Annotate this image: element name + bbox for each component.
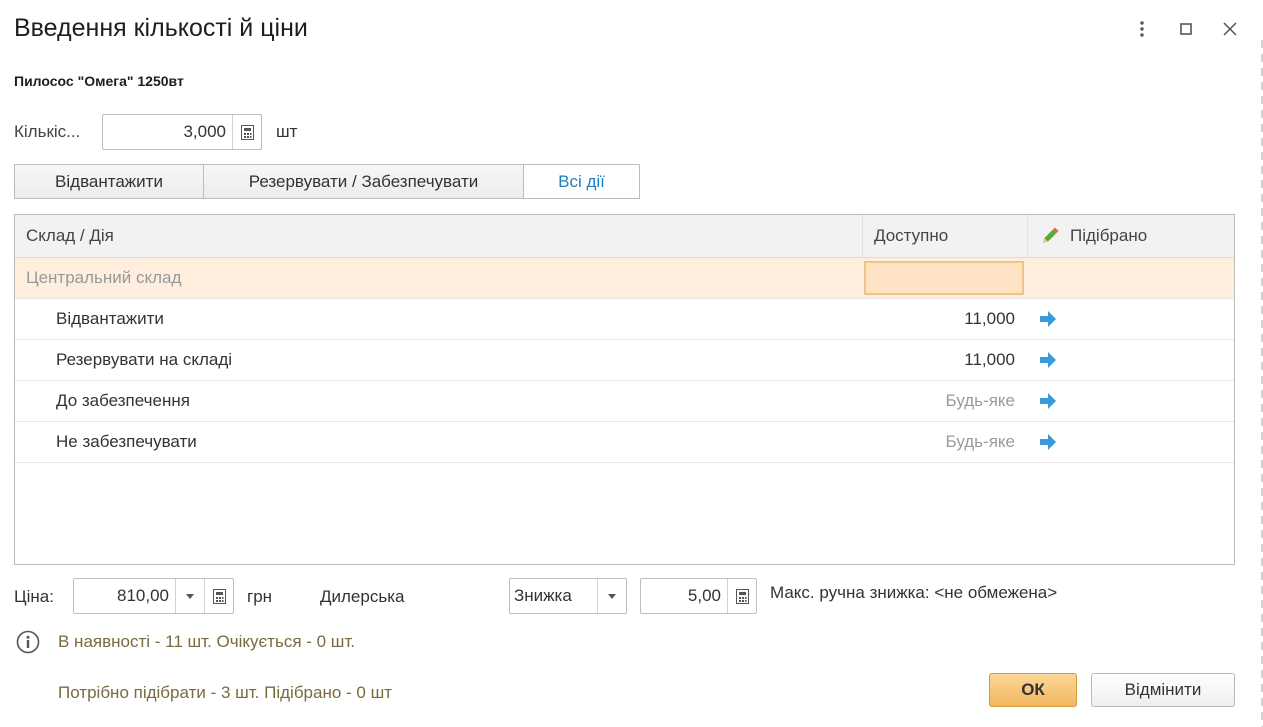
table-row-group[interactable]: Центральний склад <box>15 258 1234 299</box>
quantity-unit: шт <box>276 122 298 141</box>
calculator-icon[interactable] <box>204 579 233 613</box>
row-available: Будь-яке <box>945 432 1015 451</box>
row-available: 11,000 <box>964 309 1015 328</box>
header-picked[interactable]: Підібрано <box>1027 215 1234 257</box>
max-discount-text: Макс. ручна знижка: <не обмежена> <box>770 583 1058 602</box>
price-value[interactable]: 810,00 <box>74 586 175 606</box>
calculator-icon[interactable] <box>232 115 261 149</box>
dialog-window: Введення кількості й ціни Пилосос "Омега… <box>0 0 1263 727</box>
discount-value[interactable]: 5,00 <box>641 586 727 606</box>
discount-type-select[interactable]: Знижка <box>509 578 627 614</box>
group-available-cell <box>862 258 1027 298</box>
row-picked-cell <box>1027 340 1234 380</box>
dialog-title: Введення кількості й ціни <box>14 14 308 42</box>
table-row[interactable]: Не забезпечувати Будь-яке <box>15 422 1234 463</box>
availability-text: В наявності - 11 шт. Очікується - 0 шт. <box>58 632 356 651</box>
tab-ship[interactable]: Відвантажити <box>14 164 203 199</box>
more-icon[interactable] <box>1131 18 1153 40</box>
row-action: Не забезпечувати <box>56 432 197 451</box>
row-available: 11,000 <box>964 350 1015 369</box>
group-name: Центральний склад <box>26 268 182 287</box>
row-action: До забезпечення <box>56 391 190 410</box>
arrow-right-icon[interactable] <box>1039 310 1057 328</box>
window-controls <box>1131 18 1241 40</box>
price-type: Дилерська <box>320 587 405 606</box>
calculator-icon[interactable] <box>727 579 756 613</box>
arrow-right-icon[interactable] <box>1039 392 1057 410</box>
row-action: Резервувати на складі <box>56 350 233 369</box>
price-label: Ціна: <box>14 587 54 606</box>
arrow-right-icon[interactable] <box>1039 351 1057 369</box>
pencil-icon <box>1043 227 1059 243</box>
stock-table: Склад / Дія Доступно Підібрано Центральн… <box>14 214 1235 565</box>
focused-cell[interactable] <box>864 261 1024 295</box>
row-action: Відвантажити <box>56 309 164 328</box>
table-row[interactable]: Відвантажити 11,000 <box>15 299 1234 340</box>
picking-text: Потрібно підібрати - 3 шт. Підібрано - 0… <box>58 683 393 702</box>
info-icon <box>16 630 40 659</box>
arrow-right-icon[interactable] <box>1039 433 1057 451</box>
header-available[interactable]: Доступно <box>862 215 1027 257</box>
price-input[interactable]: 810,00 <box>73 578 234 614</box>
maximize-icon[interactable] <box>1175 18 1197 40</box>
discount-type-value[interactable]: Знижка <box>510 586 597 606</box>
action-tabs: Відвантажити Резервувати / Забезпечувати… <box>14 164 640 199</box>
table-header: Склад / Дія Доступно Підібрано <box>15 215 1234 258</box>
dropdown-icon[interactable] <box>175 579 204 613</box>
discount-input[interactable]: 5,00 <box>640 578 757 614</box>
group-picked-cell <box>1027 258 1234 298</box>
row-picked-cell <box>1027 422 1234 462</box>
table-row[interactable]: До забезпечення Будь-яке <box>15 381 1234 422</box>
quantity-value[interactable]: 3,000 <box>103 122 232 142</box>
row-available: Будь-яке <box>945 391 1015 410</box>
table-row[interactable]: Резервувати на складі 11,000 <box>15 340 1234 381</box>
ok-button[interactable]: ОК <box>989 673 1077 707</box>
quantity-label: Кількіс... <box>14 122 81 141</box>
tab-all-actions[interactable]: Всі дії <box>523 164 640 199</box>
header-warehouse[interactable]: Склад / Дія <box>15 215 862 257</box>
product-name: Пилосос "Омега" 1250вт <box>14 73 184 89</box>
cancel-button[interactable]: Відмінити <box>1091 673 1235 707</box>
tab-reserve[interactable]: Резервувати / Забезпечувати <box>203 164 523 199</box>
row-picked-cell <box>1027 299 1234 339</box>
header-picked-label: Підібрано <box>1070 226 1148 245</box>
dropdown-icon[interactable] <box>597 579 626 613</box>
close-icon[interactable] <box>1219 18 1241 40</box>
currency-label: грн <box>247 587 273 606</box>
quantity-input[interactable]: 3,000 <box>102 114 262 150</box>
row-picked-cell <box>1027 381 1234 421</box>
